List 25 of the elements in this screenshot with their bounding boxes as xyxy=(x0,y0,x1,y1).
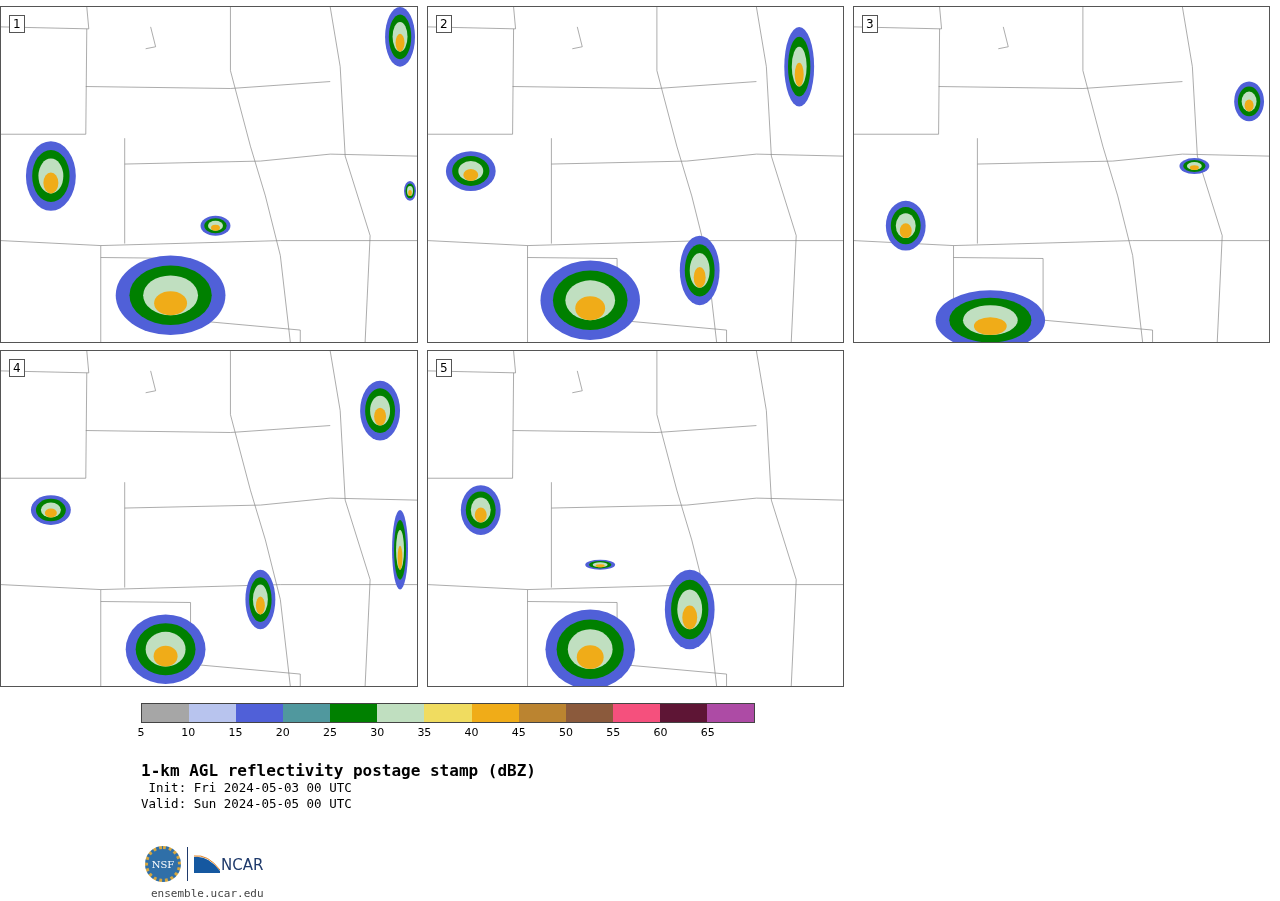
colorbar-tick-label: 25 xyxy=(322,726,337,739)
valid-time: Valid: Sun 2024-05-05 00 UTC xyxy=(141,796,353,812)
colorbar-tick-label: 30 xyxy=(370,726,385,739)
panel-number: 5 xyxy=(436,359,452,377)
init-time: Init: Fri 2024-05-03 00 UTC xyxy=(147,780,353,796)
colorbar-tick-label: 60 xyxy=(653,726,668,739)
swoosh-icon xyxy=(194,855,220,873)
panel-number: 2 xyxy=(436,15,452,33)
panel-number: 1 xyxy=(9,15,25,33)
colorbar-tick-label: 5 xyxy=(137,726,145,739)
colorbar-tick-label: 10 xyxy=(181,726,196,739)
panel-number: 4 xyxy=(9,359,25,377)
panel-number: 3 xyxy=(862,15,878,33)
website-url: ensemble.ucar.edu xyxy=(151,886,265,901)
colorbar-tick-label: 50 xyxy=(559,726,574,739)
colorbar-tick-label: 20 xyxy=(275,726,290,739)
colorbar-tick-label: 65 xyxy=(700,726,715,739)
colorbar-tick-label: 40 xyxy=(464,726,479,739)
colorbar-tick-label: 15 xyxy=(228,726,243,739)
colorbar-tick-label: 45 xyxy=(511,726,526,739)
nsf-logo: NSF xyxy=(145,846,181,882)
ncar-text: NCAR xyxy=(221,857,264,873)
colorbar-tick-label: 55 xyxy=(606,726,621,739)
colorbar-tick-label: 35 xyxy=(417,726,432,739)
chart-title: 1-km AGL reflectivity postage stamp (dBZ) xyxy=(141,762,537,780)
